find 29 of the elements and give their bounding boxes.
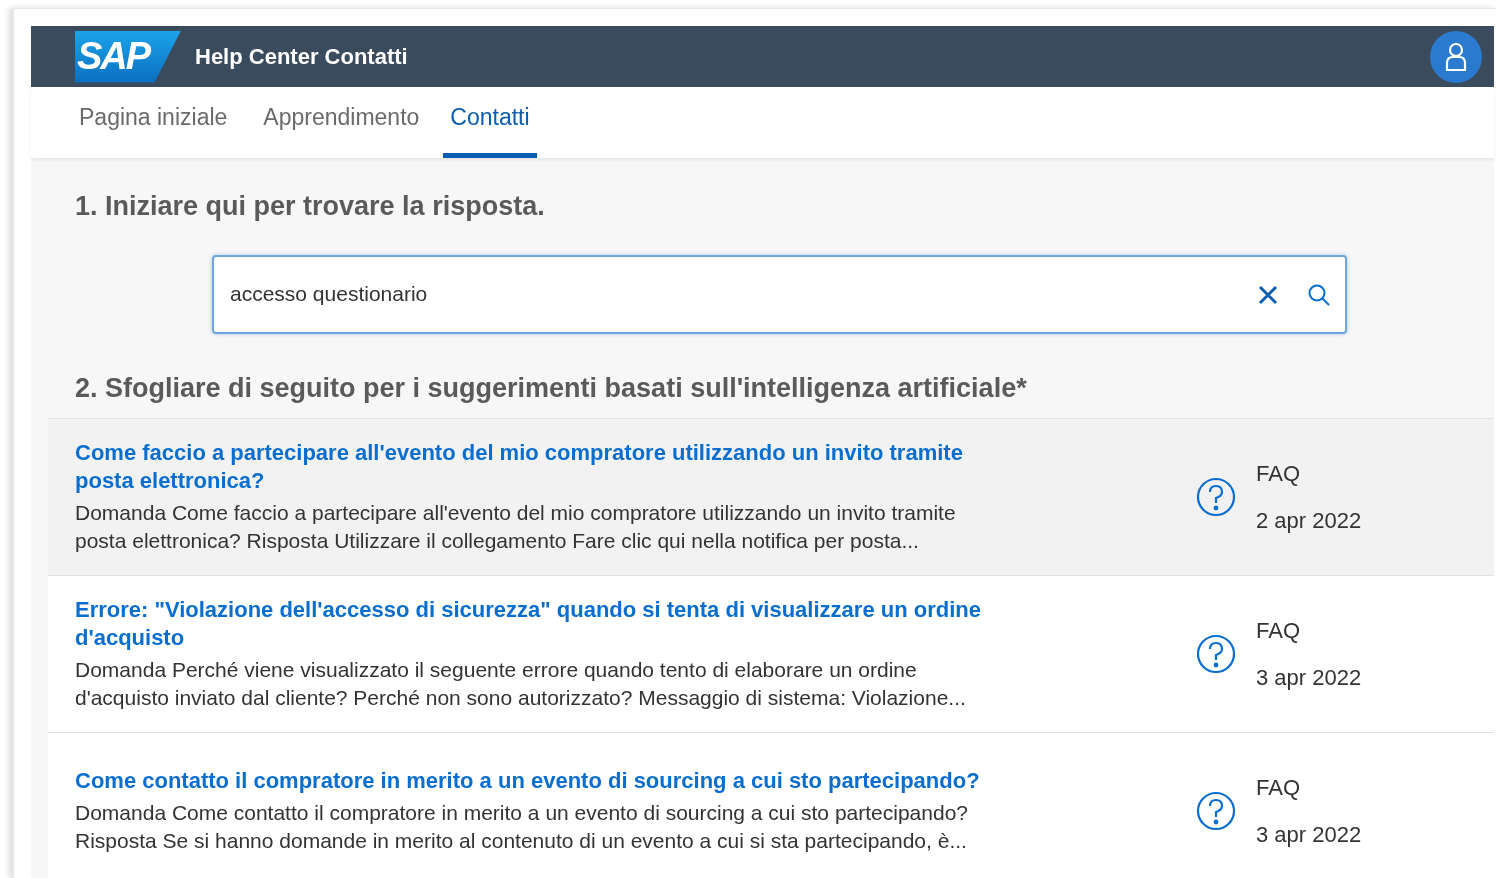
step-heading: 1. Iniziare qui per trovare la risposta.	[74, 190, 546, 223]
result-row[interactable]	[48, 733, 1494, 878]
search-field[interactable]: accesso questionario	[212, 254, 1347, 334]
result-date: 3 apr 2022	[1256, 821, 1362, 849]
search-icon[interactable]	[1307, 282, 1331, 307]
result-snippet: Domanda Perché viene visualizzato il seguente errore quando tento di elaborare un ordine d'acquisto inviato dal cliente? Perché non sono autorizzato? Messaggio di sistema: Violazione...	[75, 657, 967, 711]
sap-logo: SAP	[75, 30, 181, 83]
result-link[interactable]: Come contatto il compratore in merito a un evento di sourcing a cui sto partecipando?	[75, 767, 1010, 795]
result-date: 3 apr 2022	[1256, 664, 1362, 692]
app-title: Help Center Contatti	[195, 43, 408, 71]
result-type: FAQ	[1256, 617, 1301, 645]
result-snippet: Domanda Come contatto il compratore in merito a un evento di sourcing a cui sto partecipando? Risposta Se si hanno domande in merito al contenuto di un evento a cui si sta partecipando, è...	[75, 800, 969, 854]
result-link[interactable]: Errore: "Violazione dell'accesso di sicurezza" quando si tenta di visualizzare un ordine d'acquisto	[75, 596, 1010, 652]
clear-icon[interactable]	[1258, 284, 1278, 305]
user-avatar-button[interactable]	[1430, 30, 1482, 83]
help-icon	[1196, 791, 1236, 831]
result-row[interactable]	[48, 576, 1494, 733]
result-date: 2 apr 2022	[1256, 507, 1362, 535]
nav-tab[interactable]: Apprendimento	[251, 87, 432, 158]
result-link[interactable]: Come faccio a partecipare all'evento del mio compratore utilizzando un invito tramite posta elettronica?	[75, 439, 1010, 495]
result-snippet: Domanda Come faccio a partecipare all'evento del mio compratore utilizzando un invito tramite posta elettronica? Risposta Utilizzare il collegamento Fare clic qui nella notifica per posta...	[75, 500, 957, 554]
result-row[interactable]	[48, 419, 1494, 576]
help-icon	[1196, 634, 1236, 674]
nav-tab[interactable]: Pagina iniziale	[67, 87, 240, 158]
user-icon	[1444, 41, 1468, 72]
step-heading: 2. Sfogliare di seguito per i suggerimenti basati sull'intelligenza artificiale*	[74, 371, 1028, 405]
result-type: FAQ	[1256, 774, 1301, 802]
help-icon	[1196, 477, 1236, 517]
result-type: FAQ	[1256, 460, 1301, 488]
